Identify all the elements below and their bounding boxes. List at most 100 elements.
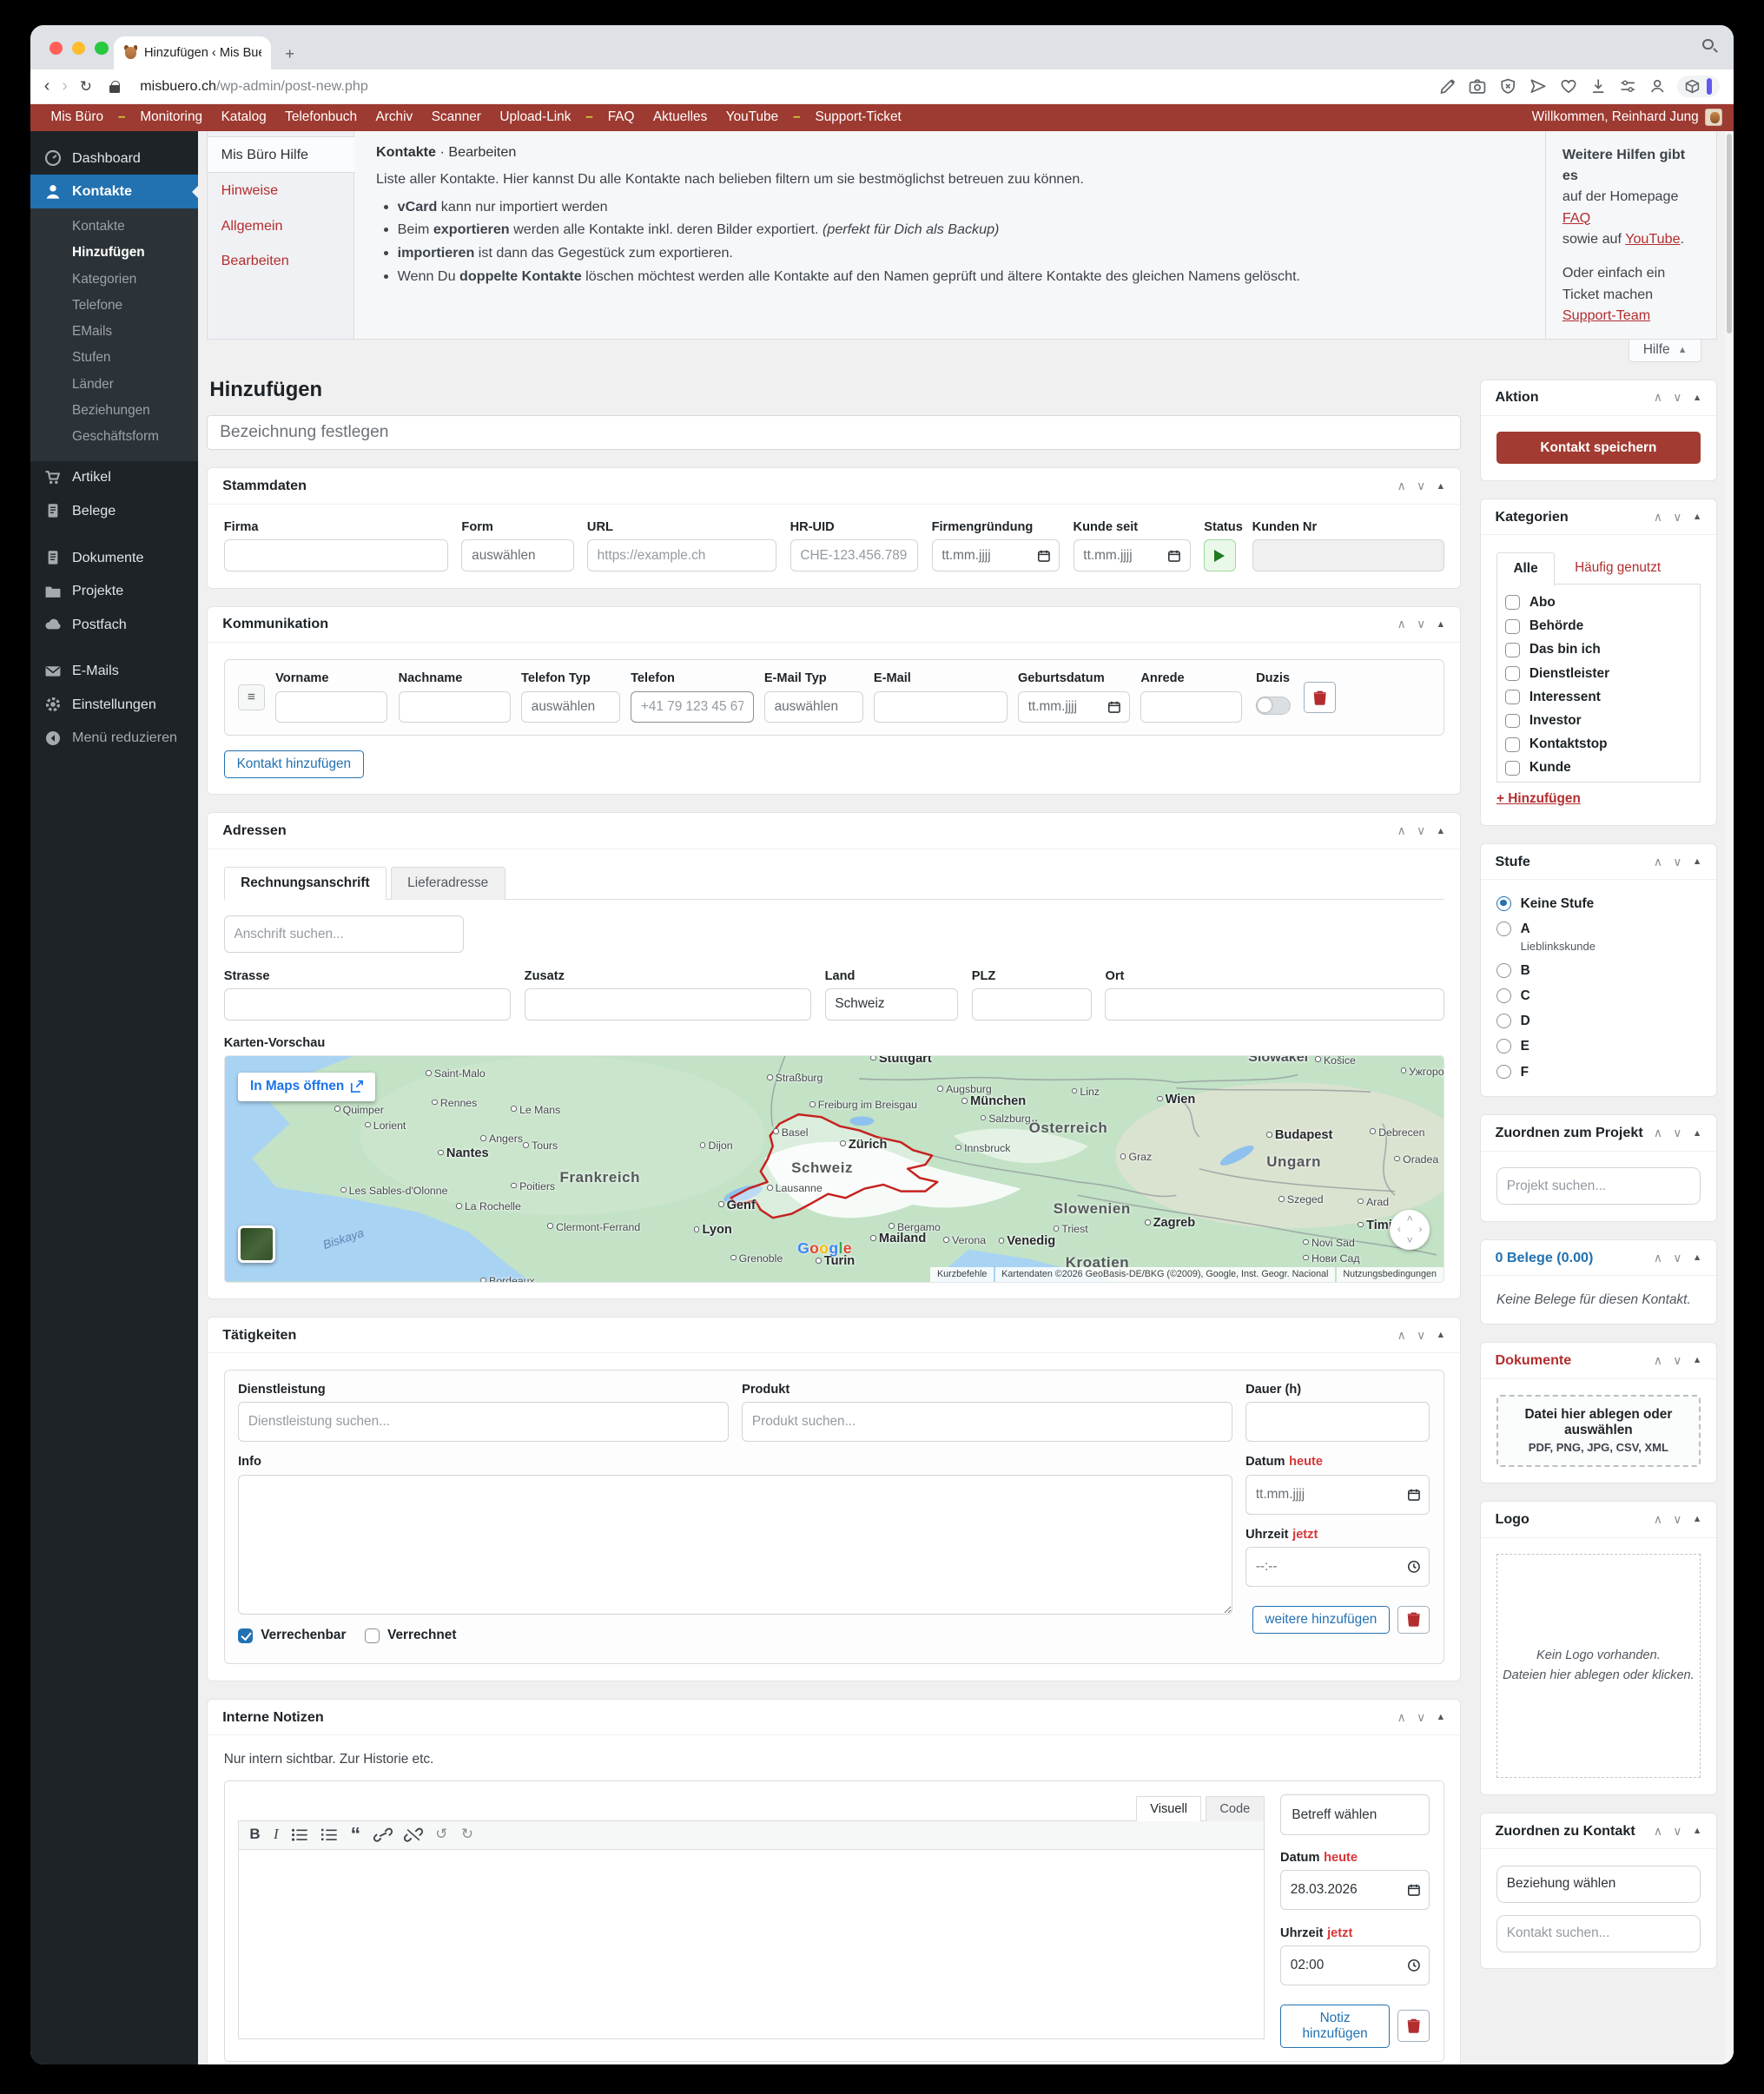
sidebar-subitem-telefone[interactable]: Telefone bbox=[30, 293, 197, 319]
sidebar-subitem-stufen[interactable]: Stufen bbox=[30, 345, 197, 371]
stufe-radio-b[interactable]: B bbox=[1496, 962, 1701, 979]
telefon-input[interactable] bbox=[631, 690, 754, 723]
reload-button[interactable]: ↻ bbox=[80, 77, 92, 96]
scrollbar-thumb[interactable] bbox=[1726, 133, 1733, 334]
new-tab-button[interactable]: + bbox=[279, 43, 301, 64]
adminbar-welcome[interactable]: Willkommen, Reinhard Jung bbox=[1532, 109, 1699, 125]
collapse-icon[interactable]: ▲ bbox=[1693, 1252, 1702, 1263]
adminbar-item-telefonbuch[interactable]: Telefonbuch bbox=[275, 109, 366, 125]
move-up-icon[interactable]: ∧ bbox=[1654, 390, 1662, 405]
kontakt-speichern-button[interactable]: Kontakt speichern bbox=[1496, 432, 1701, 465]
notiz-datum-input[interactable]: 28.03.2026 bbox=[1280, 1870, 1430, 1911]
status-button[interactable] bbox=[1204, 539, 1237, 572]
kategorie-checkbox-kontaktstop[interactable]: Kontaktstop bbox=[1505, 737, 1691, 752]
blockquote-button[interactable]: “ bbox=[351, 1825, 361, 1845]
taetigkeit-datum-input[interactable]: tt.mm.jjjj bbox=[1245, 1474, 1430, 1515]
move-down-icon[interactable]: ∨ bbox=[1673, 510, 1681, 525]
move-up-icon[interactable]: ∧ bbox=[1654, 1824, 1662, 1839]
vorname-input[interactable] bbox=[275, 690, 388, 723]
sidebar-subitem-kontakte[interactable]: Kontakte bbox=[30, 214, 197, 240]
verrechenbar-checkbox[interactable]: Verrechenbar bbox=[238, 1628, 346, 1643]
move-up-icon[interactable]: ∧ bbox=[1397, 479, 1406, 493]
adminbar-item-archiv[interactable]: Archiv bbox=[367, 109, 422, 125]
editor-canvas[interactable] bbox=[238, 1850, 1265, 2040]
sidebar-item-postfach[interactable]: Postfach bbox=[30, 608, 197, 641]
verrechnet-checkbox[interactable]: Verrechnet bbox=[364, 1628, 456, 1643]
help-tab-allgemein[interactable]: Allgemein bbox=[208, 208, 353, 244]
move-up-icon[interactable]: ∧ bbox=[1397, 823, 1406, 838]
kontakt-hinzufuegen-button[interactable]: Kontakt hinzufügen bbox=[223, 750, 364, 778]
faq-link[interactable]: FAQ bbox=[1562, 210, 1590, 226]
move-down-icon[interactable]: ∨ bbox=[1673, 390, 1681, 405]
unlink-button[interactable] bbox=[403, 1827, 423, 1842]
back-button[interactable]: ‹ bbox=[44, 77, 50, 95]
move-down-icon[interactable]: ∨ bbox=[1417, 1710, 1425, 1725]
help-tab-bearbeiten[interactable]: Bearbeiten bbox=[208, 243, 353, 279]
move-up-icon[interactable]: ∧ bbox=[1397, 1328, 1406, 1343]
collapse-icon[interactable]: ▲ bbox=[1437, 481, 1446, 492]
stufe-radio-a[interactable]: A Lieblinkskunde bbox=[1496, 921, 1701, 954]
kategorie-checkbox-kunde[interactable]: Kunde bbox=[1505, 760, 1691, 776]
telefon-typ-select[interactable]: auswählen bbox=[521, 690, 620, 723]
form-select[interactable]: auswählen bbox=[461, 539, 574, 572]
email-input[interactable] bbox=[873, 690, 1008, 723]
url-input[interactable] bbox=[586, 539, 777, 572]
collapse-icon[interactable]: ▲ bbox=[1437, 826, 1446, 836]
camera-icon[interactable] bbox=[1469, 78, 1486, 94]
move-up-icon[interactable]: ∧ bbox=[1654, 510, 1662, 525]
adminbar-item-faq[interactable]: FAQ bbox=[598, 109, 644, 125]
ort-input[interactable] bbox=[1105, 988, 1444, 1021]
collapse-icon[interactable]: ▲ bbox=[1437, 1330, 1446, 1340]
hruid-input[interactable] bbox=[790, 539, 919, 572]
kategorie-checkbox-investor[interactable]: Investor bbox=[1505, 713, 1691, 729]
weitere-hinzufuegen-button[interactable]: weitere hinzufügen bbox=[1252, 1605, 1391, 1635]
collapse-icon[interactable]: ▲ bbox=[1693, 1355, 1702, 1365]
dokumente-dropzone[interactable]: Datei hier ablegen oder auswählen PDF, P… bbox=[1496, 1395, 1701, 1467]
collapse-icon[interactable]: ▲ bbox=[1693, 512, 1702, 522]
produkt-input[interactable] bbox=[742, 1401, 1232, 1442]
bold-button[interactable]: B bbox=[249, 1826, 260, 1842]
sidebar-subitem-laender[interactable]: Länder bbox=[30, 372, 197, 398]
move-down-icon[interactable]: ∨ bbox=[1417, 479, 1425, 493]
send-icon[interactable] bbox=[1529, 78, 1547, 94]
taetigkeiten-header[interactable]: Tätigkeiten ∧ ∨ ▲ bbox=[208, 1318, 1461, 1354]
adminbar-item-support-ticket[interactable]: Support-Ticket bbox=[806, 109, 911, 125]
adminbar-item-misbuero[interactable]: Mis Büro bbox=[42, 109, 113, 125]
plz-input[interactable] bbox=[971, 988, 1093, 1021]
tab-code[interactable]: Code bbox=[1205, 1796, 1265, 1822]
kategorie-checkbox-abo[interactable]: Abo bbox=[1505, 595, 1691, 611]
belege-header[interactable]: 0 Belege (0.00) ∧ ∨ ▲ bbox=[1480, 1240, 1717, 1277]
email-typ-select[interactable]: auswählen bbox=[763, 690, 863, 723]
help-toggle-button[interactable]: Hilfe ▲ bbox=[1629, 340, 1701, 362]
sidebar-item-belege[interactable]: Belege bbox=[30, 494, 197, 527]
kundeseit-date-input[interactable]: tt.mm.jjjj bbox=[1073, 539, 1191, 572]
notiz-hinzufuegen-button[interactable]: Notiz hinzufügen bbox=[1280, 2004, 1391, 2048]
firma-input[interactable] bbox=[223, 539, 449, 572]
move-up-icon[interactable]: ∧ bbox=[1397, 617, 1406, 631]
move-down-icon[interactable]: ∨ bbox=[1673, 1512, 1681, 1527]
map-pan-control[interactable]: ˄ ‹ › ˅ bbox=[1390, 1209, 1430, 1250]
stufe-radio-keine-stufe[interactable]: Keine Stufe bbox=[1496, 895, 1701, 912]
strasse-input[interactable] bbox=[223, 988, 512, 1021]
stufe-radio-f[interactable]: F bbox=[1496, 1064, 1701, 1080]
adminbar-item-youtube[interactable]: YouTube bbox=[717, 109, 788, 125]
stufe-radio-e[interactable]: E bbox=[1496, 1039, 1701, 1054]
numbered-list-button[interactable] bbox=[320, 1828, 337, 1841]
collapse-icon[interactable]: ▲ bbox=[1437, 1712, 1446, 1722]
sidebar-subitem-hinzufuegen[interactable]: Hinzufügen bbox=[30, 240, 197, 266]
move-up-icon[interactable]: ∧ bbox=[1654, 1512, 1662, 1527]
zusatz-input[interactable] bbox=[524, 988, 812, 1021]
notiz-uhrzeit-input[interactable]: 02:00 bbox=[1280, 1945, 1430, 1985]
satellite-view-thumbnail[interactable] bbox=[238, 1225, 276, 1264]
shield-x-icon[interactable] bbox=[1500, 78, 1516, 94]
pinned-extension-icon[interactable] bbox=[1706, 78, 1713, 95]
open-in-maps-button[interactable]: In Maps öffnen bbox=[238, 1072, 375, 1101]
tab-visuell[interactable]: Visuell bbox=[1135, 1796, 1202, 1822]
delete-kontakt-row-button[interactable] bbox=[1303, 681, 1336, 714]
stufe-radio-c[interactable]: C bbox=[1496, 988, 1701, 1004]
ssl-lock-icon[interactable] bbox=[109, 80, 121, 94]
move-up-icon[interactable]: ∧ bbox=[1654, 1126, 1662, 1140]
italic-button[interactable]: I bbox=[274, 1826, 279, 1842]
kategorien-header[interactable]: Kategorien ∧ ∨ ▲ bbox=[1480, 499, 1717, 536]
compose-icon[interactable] bbox=[1439, 78, 1456, 95]
